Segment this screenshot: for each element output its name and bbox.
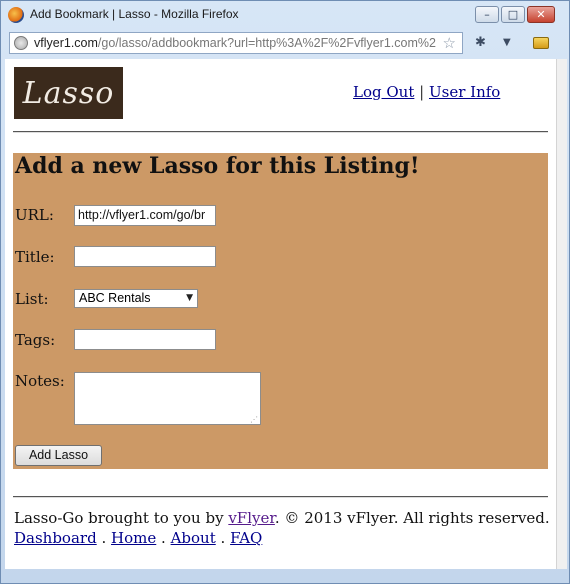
account-links: Log Out | User Info — [353, 83, 500, 101]
link-separator: | — [419, 83, 425, 101]
dashboard-link[interactable]: Dashboard — [14, 529, 97, 547]
star-icon[interactable]: ☆ — [443, 34, 456, 52]
bug-icon[interactable]: ✱ — [475, 35, 486, 50]
dropdown-icon[interactable]: ▼ — [503, 37, 511, 48]
close-button[interactable]: ✕ — [527, 6, 555, 23]
title-label: Title: — [15, 248, 55, 266]
faq-link[interactable]: FAQ — [230, 529, 262, 547]
add-lasso-form: Add a new Lasso for this Listing! URL: h… — [13, 153, 548, 469]
notes-label: Notes: — [15, 372, 65, 390]
form-heading: Add a new Lasso for this Listing! — [15, 153, 420, 179]
url-label: URL: — [15, 206, 54, 224]
url-host: vflyer1.com — [34, 36, 98, 50]
navigation-bar: vflyer1.com/go/lasso/addbookmark?url=htt… — [5, 29, 566, 57]
firefox-icon — [8, 7, 24, 23]
url-path: /go/lasso/addbookmark?url=http%3A%2F%2Fv… — [97, 36, 436, 50]
title-input[interactable] — [74, 246, 216, 267]
address-text[interactable]: vflyer1.com/go/lasso/addbookmark?url=htt… — [34, 36, 436, 50]
footer-separator: . — [101, 529, 107, 547]
list-label: List: — [15, 290, 49, 308]
chevron-down-icon: ▼ — [186, 293, 193, 303]
credit-suffix: . © 2013 vFlyer. All rights reserved. — [274, 509, 550, 527]
credit-prefix: Lasso-Go brought to you by — [14, 509, 224, 527]
addon-icon[interactable] — [533, 37, 549, 49]
notes-textarea[interactable]: ⋰ — [74, 372, 261, 425]
list-select[interactable]: ABC Rentals ▼ — [74, 289, 198, 308]
about-link[interactable]: About — [171, 529, 216, 547]
tags-input[interactable] — [74, 329, 216, 350]
list-selected-value: ABC Rentals — [79, 291, 151, 305]
maximize-button[interactable]: □ — [501, 6, 525, 23]
logo-text: Lasso — [22, 75, 115, 111]
maximize-icon: □ — [507, 8, 519, 21]
footer-credit: Lasso-Go brought to you by vFlyer. © 201… — [14, 509, 550, 527]
footer-separator: . — [220, 529, 226, 547]
logout-link[interactable]: Log Out — [353, 83, 414, 101]
add-lasso-button[interactable]: Add Lasso — [15, 445, 102, 466]
vertical-scrollbar[interactable] — [556, 59, 567, 569]
top-divider — [13, 131, 548, 133]
globe-icon — [14, 36, 28, 50]
minimize-button[interactable]: – — [475, 6, 499, 23]
lasso-logo[interactable]: Lasso — [14, 67, 123, 119]
bottom-divider — [13, 496, 548, 498]
user-info-link[interactable]: User Info — [429, 83, 500, 101]
page-content: Lasso Log Out | User Info Add a new Lass… — [5, 59, 556, 569]
url-input[interactable]: http://vflyer1.com/go/br — [74, 205, 216, 226]
minimize-icon: – — [484, 8, 490, 21]
window-title: Add Bookmark | Lasso - Mozilla Firefox — [30, 7, 239, 21]
footer-links: Dashboard . Home . About . FAQ — [14, 529, 262, 547]
home-link[interactable]: Home — [111, 529, 156, 547]
browser-window: Add Bookmark | Lasso - Mozilla Firefox –… — [0, 0, 570, 584]
title-bar[interactable]: Add Bookmark | Lasso - Mozilla Firefox –… — [1, 1, 569, 29]
vflyer-link[interactable]: vFlyer — [228, 509, 275, 527]
address-bar[interactable]: vflyer1.com/go/lasso/addbookmark?url=htt… — [9, 32, 463, 54]
resize-grip-icon[interactable]: ⋰ — [250, 415, 258, 424]
tags-label: Tags: — [15, 331, 56, 349]
footer-separator: . — [161, 529, 166, 547]
close-icon: ✕ — [536, 8, 546, 21]
